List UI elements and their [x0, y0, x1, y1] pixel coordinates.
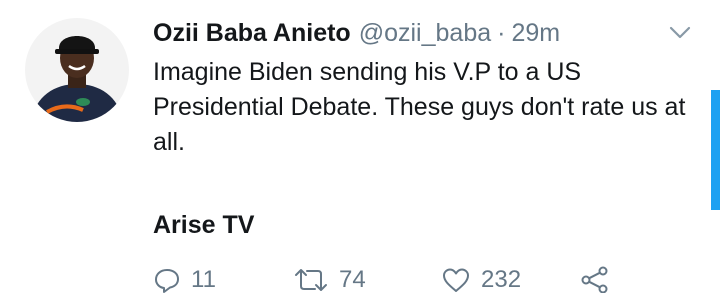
tweet-text: Imagine Biden sending his V.P to a US Pr… [153, 58, 686, 156]
tweet-header: Ozii Baba Anieto @ozii_baba · 29m [153, 15, 560, 51]
retweet-icon [295, 269, 327, 291]
reply-count: 11 [191, 266, 216, 293]
reply-icon [155, 269, 179, 293]
display-name[interactable]: Ozii Baba Anieto [153, 15, 351, 51]
like-count: 232 [481, 266, 522, 293]
retweet-button[interactable]: 74 [293, 262, 366, 293]
avatar[interactable] [25, 18, 129, 122]
timestamp[interactable]: 29m [511, 15, 560, 51]
profile-photo [25, 18, 129, 122]
separator-dot: · [497, 19, 506, 47]
like-button[interactable]: 232 [441, 262, 521, 293]
chevron-down-icon[interactable] [668, 22, 692, 42]
share-icon [581, 266, 608, 293]
user-handle[interactable]: @ozii_baba [359, 15, 491, 51]
share-button[interactable] [580, 262, 610, 293]
tweet[interactable]: Ozii Baba Anieto @ozii_baba · 29m Imagin… [0, 0, 720, 293]
reply-button[interactable]: 11 [153, 262, 216, 293]
scroll-indicator [711, 90, 720, 210]
retweet-count: 74 [339, 266, 366, 293]
quoted-title: Arise TV [153, 211, 255, 239]
heart-icon [443, 268, 469, 292]
action-bar: 11 74 232 [0, 262, 720, 293]
